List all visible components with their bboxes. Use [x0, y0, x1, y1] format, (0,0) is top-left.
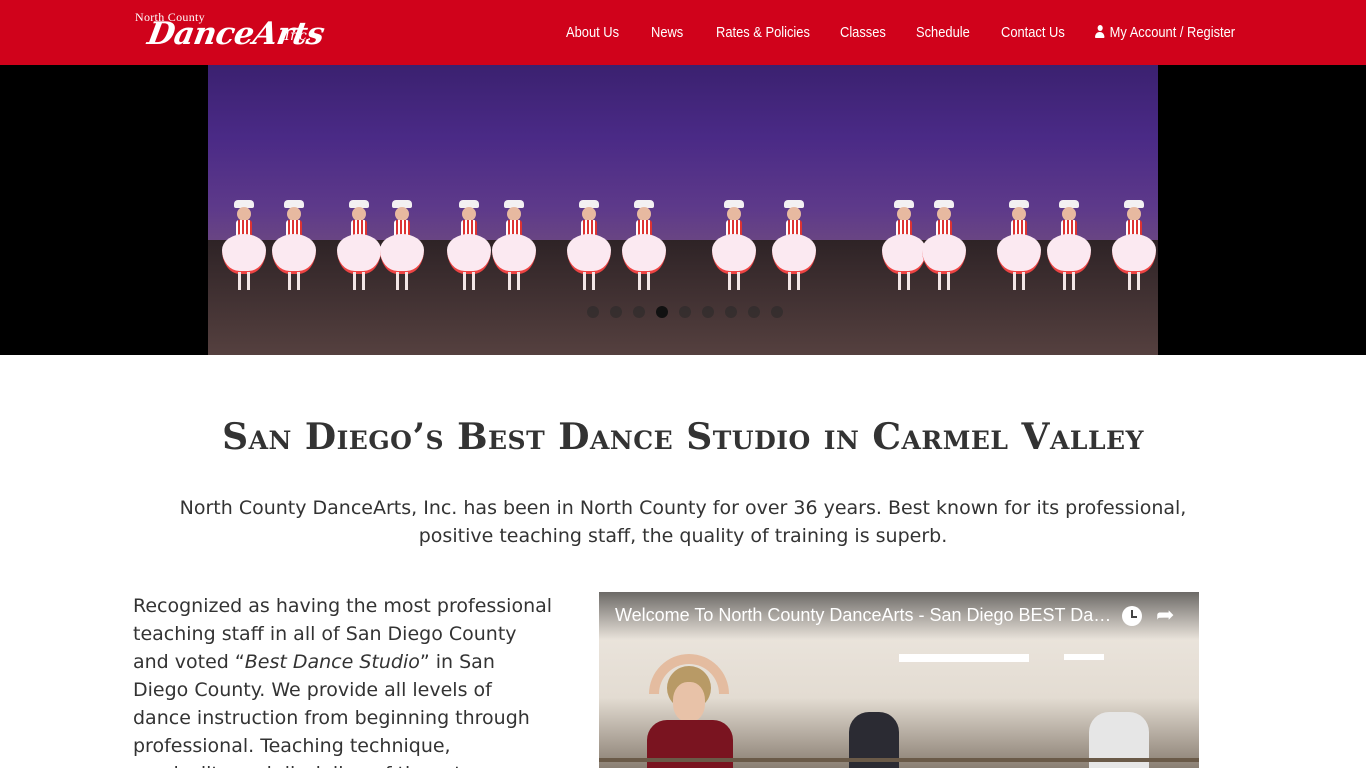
slider-dot[interactable] — [610, 306, 622, 318]
slider-dot[interactable] — [725, 306, 737, 318]
dancer-figure — [1112, 200, 1156, 295]
nav-contact-us[interactable]: Contact Us — [1001, 24, 1065, 41]
dancer-figure — [222, 200, 266, 295]
hero-slider — [0, 65, 1366, 355]
body-paragraph: Recognized as having the most profession… — [133, 592, 553, 768]
video-dancer — [629, 642, 749, 768]
dancer-figure — [622, 200, 666, 295]
dancer-figure — [492, 200, 536, 295]
dancer-figure — [272, 200, 316, 295]
slider-dot[interactable] — [771, 306, 783, 318]
page-title: San Diego’s Best Dance Studio in Carmel … — [222, 416, 1144, 458]
dancer-figure — [447, 200, 491, 295]
nav-news[interactable]: News — [651, 24, 683, 41]
dancer-figure — [772, 200, 816, 295]
clock-icon[interactable] — [1122, 606, 1142, 626]
video-barre — [599, 758, 1199, 762]
dancer-figure — [567, 200, 611, 295]
dancer-figure — [922, 200, 966, 295]
intro-paragraph: North County DanceArts, Inc. has been in… — [179, 497, 1187, 547]
dancer-figure — [337, 200, 381, 295]
dancer-figure — [1047, 200, 1091, 295]
user-icon — [1095, 25, 1105, 38]
dancer-figure — [882, 200, 926, 295]
nav-my-account[interactable]: My Account / Register — [1095, 24, 1235, 41]
site-logo[interactable]: North County DanceArts ,Inc. — [134, 6, 327, 58]
slider-dot[interactable] — [587, 306, 599, 318]
body-text-emphasis: Best Dance Studio — [244, 651, 420, 673]
nav-rates-policies[interactable]: Rates & Policies — [716, 24, 810, 41]
logo-suffix-text: ,Inc. — [280, 28, 312, 44]
nav-about-us[interactable]: About Us — [566, 24, 619, 41]
dancer-figure — [712, 200, 756, 295]
slider-dot[interactable] — [633, 306, 645, 318]
nav-schedule[interactable]: Schedule — [916, 24, 970, 41]
video-ceiling-light — [1064, 654, 1104, 660]
slider-dots — [587, 306, 783, 318]
video-ceiling-light — [899, 654, 1029, 662]
slider-dot[interactable] — [702, 306, 714, 318]
slider-dot[interactable] — [679, 306, 691, 318]
share-icon[interactable]: ➦ — [1156, 605, 1180, 627]
dancer-figure — [997, 200, 1041, 295]
nav-classes[interactable]: Classes — [840, 24, 886, 41]
slider-dot[interactable] — [748, 306, 760, 318]
video-embed[interactable]: Welcome To North County DanceArts - San … — [599, 592, 1199, 768]
nav-my-account-label: My Account / Register — [1109, 24, 1236, 41]
slider-dot[interactable] — [656, 306, 668, 318]
site-header: North County DanceArts ,Inc. About Us Ne… — [0, 0, 1366, 65]
video-title[interactable]: Welcome To North County DanceArts - San … — [615, 605, 1115, 626]
dancer-figure — [380, 200, 424, 295]
